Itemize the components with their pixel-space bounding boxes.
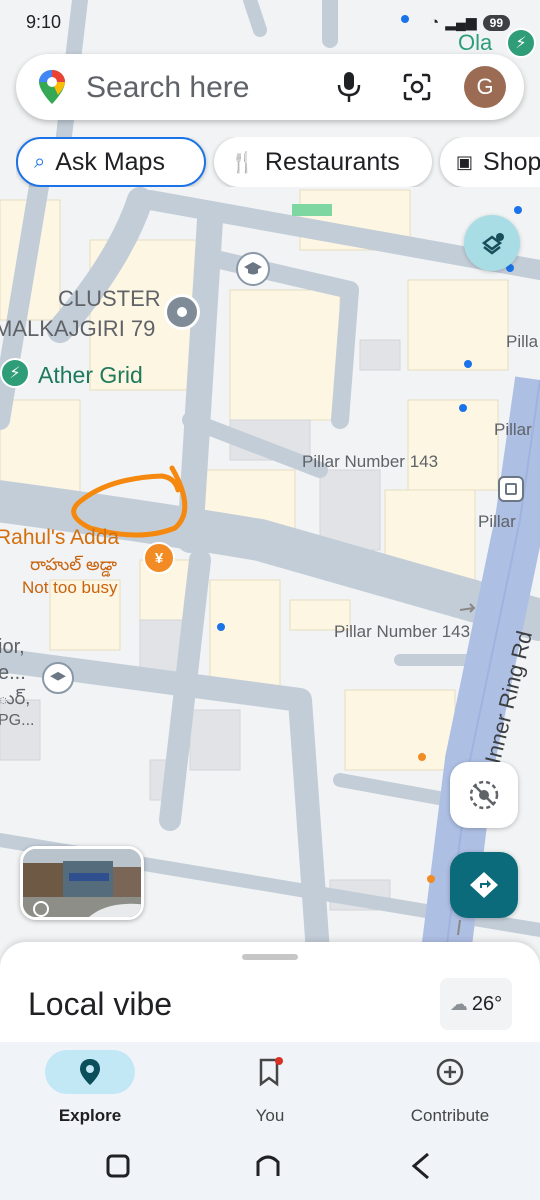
location-pin-icon: [80, 1059, 100, 1085]
cluster-label[interactable]: CLUSTER: [58, 286, 161, 312]
shopping-bag-icon: ▣: [456, 151, 474, 172]
nav-label: Explore: [58, 1106, 122, 1125]
pillar-label[interactable]: Pilla: [506, 332, 538, 352]
pillar-label[interactable]: Pillar Number 143: [334, 622, 470, 642]
bottom-navigation: Explore You Contribute: [0, 1042, 540, 1132]
bottom-sheet[interactable]: Local vibe ☁ 26°: [0, 942, 540, 1052]
pillar-label[interactable]: Pillar: [478, 512, 516, 532]
pillar-label[interactable]: Pillar Number 143: [302, 452, 438, 472]
weather-badge[interactable]: ☁ 26°: [440, 978, 512, 1030]
layers-button[interactable]: [464, 215, 520, 271]
google-maps-logo-icon: [36, 68, 68, 111]
category-chips: ⌕ Ask Maps 🍴 Restaurants ▣ Shop: [16, 137, 540, 187]
chip-shop[interactable]: ▣ Shop: [440, 137, 540, 187]
school-icon[interactable]: [42, 662, 74, 694]
sparkle-search-icon: ⌕: [34, 150, 46, 173]
search-bar[interactable]: Search here G: [16, 54, 524, 120]
location-disabled-icon: [469, 780, 499, 810]
microphone-icon[interactable]: [334, 70, 364, 109]
street-view-thumbnail[interactable]: [20, 846, 144, 920]
cluster-label-line2[interactable]: MALKAJGIRI 79: [0, 316, 155, 342]
add-circle-icon: [436, 1058, 464, 1086]
chip-ask-maps[interactable]: ⌕ Ask Maps: [16, 137, 206, 187]
recents-button[interactable]: [106, 1154, 130, 1178]
street-view-image: [23, 849, 141, 917]
poi-label-cut[interactable]: ior,: [0, 636, 25, 659]
bookmark-icon: [259, 1057, 283, 1087]
school-icon[interactable]: [236, 252, 270, 286]
directions-icon: [470, 872, 498, 898]
ather-grid-label[interactable]: Ather Grid: [38, 362, 143, 389]
signal-icon: ▂▄▆: [445, 14, 477, 30]
poi-label-cut[interactable]: ుర్,: [0, 688, 30, 713]
back-button[interactable]: [411, 1152, 429, 1180]
restaurant-name-label[interactable]: Rahul's Adda: [0, 526, 119, 550]
battery-indicator: 99: [482, 14, 510, 31]
chip-label: Ask Maps: [55, 147, 165, 176]
account-avatar[interactable]: G: [464, 66, 506, 108]
pillar-label[interactable]: Pillar: [494, 420, 532, 440]
poi-label-cut[interactable]: e...: [0, 662, 26, 685]
nav-contribute[interactable]: Contribute: [360, 1050, 540, 1126]
system-navigation-bar: [0, 1132, 540, 1200]
my-location-button[interactable]: [450, 762, 518, 828]
poi-label-cut[interactable]: PG...: [0, 712, 34, 730]
bus-stop-icon[interactable]: [498, 476, 524, 502]
temperature: 26°: [471, 992, 503, 1015]
nav-you[interactable]: You: [180, 1050, 360, 1126]
sheet-drag-handle[interactable]: [242, 954, 298, 960]
ev-charging-icon[interactable]: ⚡: [0, 358, 30, 388]
location-marker-icon[interactable]: [164, 294, 200, 330]
nav-label: You: [255, 1106, 285, 1125]
chip-restaurants[interactable]: 🍴 Restaurants: [214, 137, 432, 187]
layers-icon: [481, 233, 504, 255]
cloud-rain-icon: ☁: [449, 993, 468, 1014]
restaurant-marker-icon[interactable]: ¥: [143, 542, 175, 574]
status-time: 9:10: [26, 12, 62, 32]
wifi-icon: ◔: [430, 14, 440, 31]
nav-explore[interactable]: Explore: [0, 1050, 180, 1126]
chip-label: Restaurants: [264, 147, 400, 176]
fork-knife-icon: 🍴: [230, 151, 255, 174]
search-input[interactable]: Search here: [86, 71, 249, 105]
status-bar: 9:10 ◔ ▂▄▆ 99: [0, 0, 540, 46]
nav-label: Contribute: [410, 1106, 490, 1125]
google-lens-icon[interactable]: [402, 72, 432, 107]
busyness-label: Not too busy: [22, 578, 118, 597]
directions-button[interactable]: [450, 852, 518, 918]
sheet-title: Local vibe: [28, 986, 173, 1022]
home-button[interactable]: [256, 1155, 280, 1176]
restaurant-local-name-label[interactable]: రాహుల్ అడ్డా: [30, 555, 117, 579]
nav-active-indicator: [45, 1050, 135, 1094]
chip-label: Shop: [483, 147, 540, 176]
